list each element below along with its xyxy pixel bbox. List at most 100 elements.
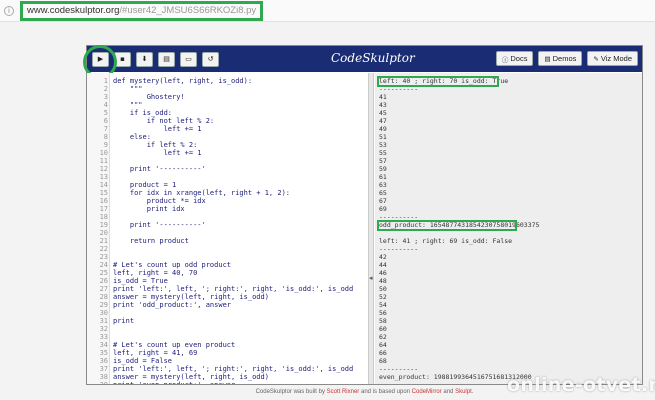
line-number: 20 [99,229,108,237]
code-line: 11 [87,157,367,165]
code-text: print 'left:', left, '; right:', right, … [113,285,354,293]
footer-link-author[interactable]: Scott Rixner [327,389,360,395]
reset-icon: ↺ [207,55,214,63]
output-line: 47 [379,117,387,125]
code-line: 21 return product [87,237,367,245]
line-number: 21 [99,237,108,245]
code-line: 10 left += 1 [87,149,367,157]
code-text: answer = mystery(left, right, is_odd) [113,293,269,301]
output-line: ---------- [379,245,419,253]
code-text: left, right = 40, 70 [113,269,198,277]
print-button[interactable]: ▤ [158,51,175,67]
folder-button[interactable]: ▭ [180,51,197,67]
code-text: print 'left:', left, '; right:', right, … [113,365,354,373]
code-line: 15 for idx in xrange(left, right + 1, 2)… [87,189,367,197]
code-line: 31 print [87,317,367,325]
wand-icon: ✎ [593,54,599,63]
line-number: 19 [99,221,108,229]
line-number: 28 [99,293,108,301]
viz-mode-button[interactable]: ✎ Viz Mode [587,51,638,66]
footer-link-codemirror[interactable]: CodeMirror [412,389,442,395]
info-icon: ⓘ [501,55,509,64]
code-text: if not left % 2: [113,117,215,125]
code-text: answer = mystery(left, right, is_odd) [113,373,269,381]
line-number: 11 [99,157,108,165]
code-editor[interactable]: 1 def mystery(left, right, is_odd): 2 """ 3… [87,73,367,384]
brand-title: CodeSkulptor [331,51,415,65]
output-line: 50 [379,285,387,293]
output-line: left: 41 ; right: 69 is_odd: False [379,237,513,245]
output-line: 60 [379,325,387,333]
line-number: 2 [103,85,108,93]
url-path: /#user42_JMSU6S66RKOZi8.py [119,5,257,16]
pane-splitter[interactable] [368,73,374,384]
code-line: 36 is_odd = False [87,357,367,365]
save-button[interactable]: ▪ [114,51,131,67]
splitter-arrow-icon[interactable]: ◂ [369,274,373,282]
file-icon: ▤ [544,54,551,63]
folder-icon: ▭ [185,55,192,63]
code-text: print 'odd_product:', answer [113,301,232,309]
code-line: 14 product = 1 [87,181,367,189]
play-button[interactable]: ▶ [92,51,109,67]
code-line: 13 [87,173,367,181]
output-line: ---------- [379,365,419,373]
url-field[interactable]: www.codeskulptor.org/#user42_JMSU6S66RKO… [20,0,264,21]
code-line: 9 if left % 2: [87,141,367,149]
output-line: 65 [379,189,387,197]
info-icon[interactable]: i [4,5,14,16]
code-line: 19 print '----------' [87,221,367,229]
output-line: 64 [379,341,387,349]
docs-button[interactable]: ⓘ Docs [495,51,534,66]
code-lines: 1 def mystery(left, right, is_odd): 2 """ 3… [87,77,367,384]
output-console: left: 40 ; right: 70 is_odd: True -------… [375,73,642,384]
code-line: 16 product *= idx [87,197,367,205]
line-number: 6 [103,117,108,125]
code-text: if left % 2: [113,141,198,149]
code-text: def mystery(left, right, is_odd): [113,77,253,85]
code-text: product = 1 [113,181,177,189]
line-number: 32 [99,325,108,333]
line-number: 7 [103,125,108,133]
code-text: print idx [113,205,185,213]
browser-address-bar[interactable]: i www.codeskulptor.org/#user42_JMSU6S66R… [0,0,655,22]
output-line: 62 [379,333,387,341]
code-text: print '----------' [113,165,206,173]
code-text: print 'even_product:', answer [110,381,235,384]
output-line: 49 [379,125,387,133]
line-number: 15 [99,189,108,197]
code-line: 5 if is_odd: [87,109,367,117]
output-line: left: 40 ; right: 70 is_odd: True [379,77,509,85]
code-text: left += 1 [113,125,202,133]
output-line: 63 [379,181,387,189]
toolbar: ▶ ▪ ⬇ ▤ ▭ ↺ CodeSkulptor ⓘ Docs ▤ Demos ✎ Viz Mo… [83,44,642,79]
toolbar-right-buttons: ⓘ Docs ▤ Demos ✎ Viz Mode [491,51,638,66]
line-number: 27 [99,285,108,293]
code-text: return product [113,237,189,245]
reset-button[interactable]: ↺ [202,51,219,67]
code-text: # Let's count up even product [113,341,236,349]
footer-link-skulpt[interactable]: Skulpt [455,389,472,395]
code-text: """ [113,101,143,109]
code-line: 38 answer = mystery(left, right, is_odd) [87,373,367,381]
code-text: if is_odd: [113,109,173,117]
code-line: 37 print 'left:', left, '; right:', right… [87,365,367,373]
output-line: odd_product: 165487743185423075801960337… [379,221,540,229]
demos-button[interactable]: ▤ Demos [538,51,583,66]
code-line: 26 is_odd = True [87,277,367,285]
line-number: 8 [103,133,108,141]
line-number: 24 [99,261,108,269]
code-text: left, right = 41, 69 [113,349,198,357]
code-line: 29 print 'odd_product:', answer [87,301,367,309]
code-text: print '----------' [113,221,206,229]
code-line: 39print 'even_product:', answer [87,381,367,384]
code-text: print [113,317,135,325]
line-number: 36 [99,357,108,365]
line-number: 33 [99,333,108,341]
code-line: 3 Ghostery! [87,93,367,101]
download-button[interactable]: ⬇ [136,51,153,67]
code-line: 2 """ [87,85,367,93]
play-icon: ▶ [97,55,104,63]
watermark: online-otvet.ru [507,374,655,396]
print-icon: ▤ [163,55,170,63]
